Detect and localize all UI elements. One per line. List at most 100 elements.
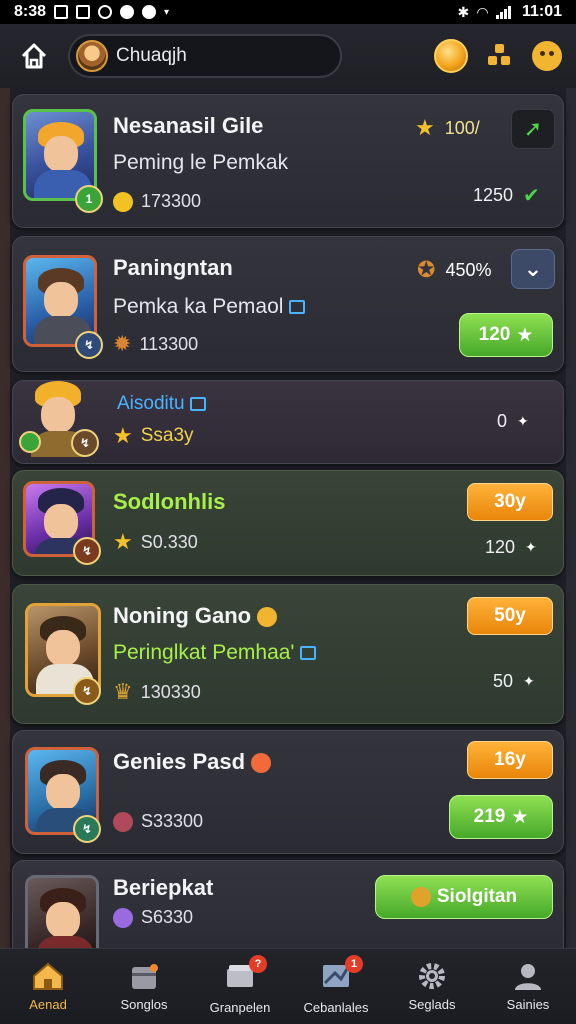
gear-badge-icon: ✹ <box>113 331 132 356</box>
sparkle-icon: ✦ <box>525 539 537 555</box>
nav-item-home[interactable]: Aenad <box>0 949 96 1024</box>
house-icon <box>289 300 306 315</box>
card-count: 50 ✦ <box>493 671 535 691</box>
search-input[interactable]: Chuaqjh <box>116 45 187 67</box>
card-count: 1250 ✔ <box>473 185 540 207</box>
status-bar: 8:38 ▾ ✱ ◠ 11:01 <box>0 0 576 24</box>
collapse-button[interactable]: ⌄ <box>511 249 555 289</box>
level-button[interactable]: 50y <box>467 597 553 635</box>
list-item[interactable]: ↯ Sodlonhlis ★ S0.330 30y 120 ✦ <box>12 470 564 576</box>
card-title: Aisoditu <box>117 393 206 415</box>
card-title: Paningntan <box>113 255 233 280</box>
house-icon <box>300 646 317 661</box>
card-count: 0 ✦ <box>497 411 529 431</box>
level-button[interactable]: 30y <box>467 483 553 521</box>
chest-icon <box>132 964 158 989</box>
bottom-navigation: Aenad Songlos ? Granpelen 1 Cebanlales S… <box>0 948 576 1024</box>
coin-icon <box>410 887 431 907</box>
gem-icon <box>113 907 133 928</box>
gem-icon <box>113 811 133 832</box>
list-item[interactable]: ↯ Paningntan Pemka ka Pemaol ✹ 113300 ✪ … <box>12 236 564 372</box>
list-item[interactable]: ↯ Aisoditu ★ Ssa3y 0 ✦ <box>12 380 564 464</box>
nav-item-settings[interactable]: Seglads <box>384 949 480 1024</box>
coin-icon <box>113 191 133 212</box>
level-badge: ↯ <box>73 677 101 705</box>
card-title: Genies Pasd <box>113 749 272 775</box>
chevron-down-icon: ⌄ <box>523 256 543 281</box>
card-stat: ★ Ssa3y <box>113 423 194 448</box>
user-icon <box>515 964 541 990</box>
reward-button[interactable]: 219 ★ <box>449 795 553 839</box>
card-title: Noning Gano <box>113 603 278 629</box>
list-item[interactable]: ↯ Genies Pasd S33300 16y 219 ★ <box>12 730 564 854</box>
emoji-icon <box>257 607 278 628</box>
card-stat: ★ S0.330 <box>113 529 198 554</box>
forward-button[interactable]: ➚ <box>511 109 555 149</box>
profile-avatar[interactable] <box>76 40 108 72</box>
message-icon <box>142 5 157 19</box>
nav-item-profile[interactable]: Sainies <box>480 949 576 1024</box>
nav-item-cebanlales[interactable]: 1 Cebanlales <box>288 949 384 1024</box>
level-badge <box>19 431 41 453</box>
image-icon <box>76 5 91 19</box>
signal-icon <box>495 5 514 19</box>
card-title: Beriepkat <box>113 875 214 900</box>
search-bar[interactable]: Chuaqjh <box>68 34 342 78</box>
character-avatar <box>25 875 99 948</box>
nav-item-songlos[interactable]: Songlos <box>96 949 192 1024</box>
list-item[interactable]: ↯ Noning Gano Peringlkat Pemhaa' ♛ 13033… <box>12 584 564 724</box>
card-rating: ✪ 450% <box>417 257 492 282</box>
star-icon: ★ <box>415 115 435 140</box>
nav-item-granpelen[interactable]: ? Granpelen <box>192 949 288 1024</box>
grid-menu-icon[interactable] <box>488 44 512 68</box>
level-badge: ↯ <box>73 537 101 565</box>
card-subtitle: Pemka ka Pemaol <box>113 295 306 319</box>
status-clock: 11:01 <box>521 3 562 20</box>
game-list: 1 Nesanasil Gile Peming le Pemkak 173300… <box>0 88 576 948</box>
emoji-icon <box>251 753 272 774</box>
media-icon <box>120 5 135 19</box>
gear-icon <box>419 963 445 989</box>
notification-badge: 1 <box>345 954 363 973</box>
card-title: Nesanasil Gile <box>113 113 264 138</box>
status-time: 8:38 <box>14 3 47 20</box>
emoji-icon[interactable] <box>532 41 562 71</box>
card-title: Sodlonhlis <box>113 489 226 514</box>
bluetooth-icon: ✱ <box>457 3 470 20</box>
rank-badge: ↯ <box>71 429 99 457</box>
reward-button[interactable]: 120 ★ <box>459 313 553 357</box>
wifi-icon: ◠ <box>477 3 488 20</box>
card-subtitle: Peringlkat Pemhaa' <box>113 641 317 665</box>
dot-icon: ▾ <box>164 6 170 18</box>
star-icon: ★ <box>511 806 529 828</box>
list-item[interactable]: Beriepkat S6330 Siolgitan <box>12 860 564 948</box>
card-stat: ♛ 130330 <box>113 679 201 704</box>
star-icon: ★ <box>113 529 133 554</box>
gallery-icon <box>54 5 69 19</box>
crown-icon: ♛ <box>113 679 133 704</box>
home-icon <box>33 962 63 990</box>
check-icon: ✔ <box>523 185 540 207</box>
action-button[interactable]: Siolgitan <box>375 875 553 919</box>
level-badge: 1 <box>75 185 103 213</box>
card-rating: ★ 100/ <box>415 115 480 140</box>
card-stat: S6330 <box>113 907 193 928</box>
medal-icon: ✪ <box>417 257 436 282</box>
card-stat: 173300 <box>113 191 201 212</box>
list-item[interactable]: 1 Nesanasil Gile Peming le Pemkak 173300… <box>12 94 564 228</box>
card-subtitle: Peming le Pemkak <box>113 151 289 174</box>
home-button[interactable] <box>14 36 54 76</box>
level-button[interactable]: 16y <box>467 741 553 779</box>
sparkle-icon: ✦ <box>523 673 535 689</box>
notification-badge: ? <box>249 954 267 973</box>
home-icon <box>21 43 47 69</box>
coin-icon[interactable] <box>434 39 468 73</box>
card-stat: ✹ 113300 <box>113 331 199 356</box>
star-icon: ★ <box>113 423 133 448</box>
top-header: Chuaqjh <box>0 24 576 88</box>
forward-arrow-icon: ➚ <box>523 116 543 141</box>
sparkle-icon: ✦ <box>517 413 529 429</box>
house-icon <box>189 396 206 411</box>
card-count: 120 ✦ <box>485 537 537 557</box>
star-icon: ★ <box>516 324 534 346</box>
